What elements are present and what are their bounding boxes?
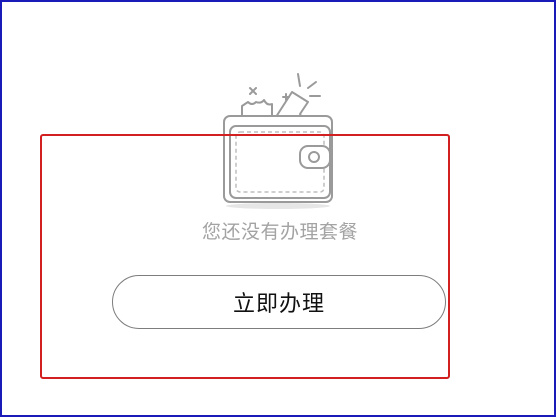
screenshot-frame: 您还没有办理套餐 立即办理 (0, 0, 556, 417)
highlight-annotation-box (40, 134, 450, 379)
